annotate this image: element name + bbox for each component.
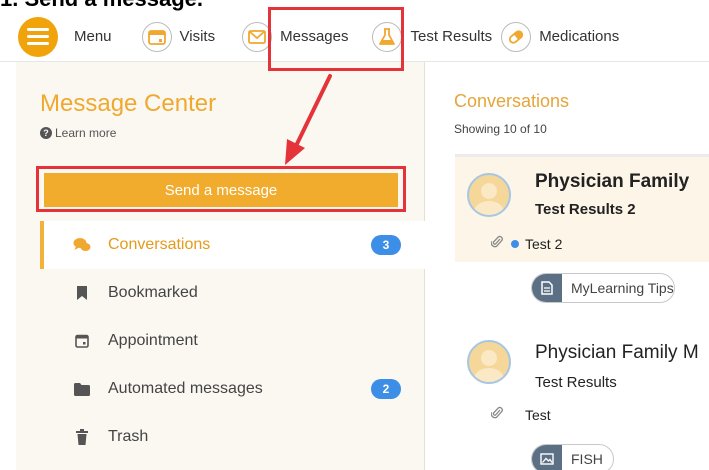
- arrow-annotation: [285, 74, 332, 165]
